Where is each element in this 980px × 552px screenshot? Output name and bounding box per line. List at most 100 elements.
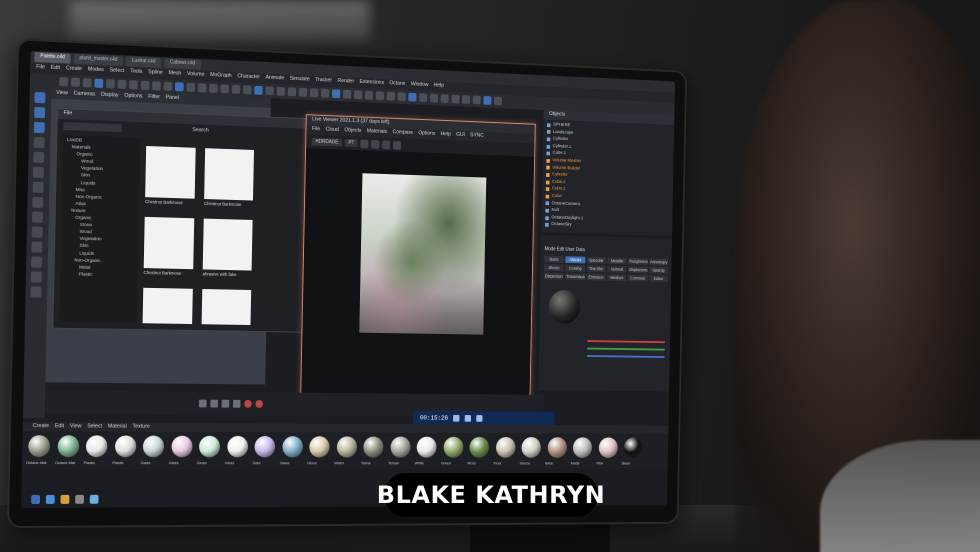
toolbar-icon[interactable] (175, 82, 184, 91)
tool-icon[interactable] (33, 167, 44, 178)
toolbar-icon[interactable] (451, 95, 459, 104)
toolbar-icon[interactable] (310, 88, 318, 97)
toolbar-icon[interactable] (430, 94, 438, 103)
material-swatch[interactable] (57, 435, 79, 457)
toolbar-icon[interactable] (129, 80, 138, 89)
material-swatch[interactable] (521, 437, 541, 458)
viewer-menu-item[interactable]: Compare (392, 129, 413, 137)
viewport-menu-item[interactable]: Panel (166, 95, 180, 103)
toolbar-icon[interactable] (354, 90, 362, 99)
prev-frame-icon[interactable] (210, 400, 218, 408)
menu-item[interactable]: Character (237, 73, 260, 83)
material-thumbnail[interactable] (203, 219, 253, 271)
material-swatch[interactable] (199, 436, 220, 458)
toolbar-icon[interactable] (209, 84, 218, 93)
channel-tab[interactable]: Displacement (628, 266, 647, 273)
pause-icon[interactable] (361, 139, 369, 148)
live-viewer-window[interactable]: Live Viewer 2021.1.3 (37 days left) File… (300, 114, 536, 408)
viewer-menu-item[interactable]: Materials (367, 128, 387, 136)
material-thumbnail[interactable] (202, 289, 252, 325)
tool-icon[interactable] (33, 182, 44, 193)
toolbar-icon[interactable] (332, 89, 340, 98)
toolbar-icon[interactable] (164, 82, 173, 91)
viewport-menu-item[interactable]: Cameras (74, 91, 96, 100)
material-thumbnail[interactable] (204, 148, 254, 200)
tool-icon[interactable] (33, 152, 44, 163)
lock-icon[interactable] (372, 140, 380, 149)
channel-tab[interactable]: Transmission (565, 273, 584, 280)
toolbar-icon[interactable] (83, 78, 92, 87)
browser-search-input[interactable] (63, 122, 121, 132)
tool-icon[interactable] (31, 256, 42, 267)
toolbar-icon[interactable] (462, 95, 470, 104)
menu-item[interactable]: Window (411, 81, 429, 90)
viewport-menu-item[interactable]: Display (101, 92, 119, 101)
toolbar-icon[interactable] (419, 93, 427, 102)
material-swatch[interactable] (624, 437, 643, 458)
app-icon[interactable] (90, 494, 99, 503)
tool-icon[interactable] (34, 107, 45, 118)
toolbar-icon[interactable] (277, 87, 286, 96)
material-swatch[interactable] (86, 435, 108, 457)
menu-item[interactable]: Simulate (290, 76, 310, 86)
toolbar-icon[interactable] (321, 89, 329, 98)
material-thumbnail[interactable] (143, 288, 193, 324)
material-swatch[interactable] (495, 437, 515, 458)
material-menu-item[interactable]: Texture (132, 424, 149, 431)
settings-icon[interactable] (393, 140, 401, 149)
green-slider[interactable] (587, 348, 665, 351)
toolbar-icon[interactable] (106, 79, 115, 88)
menu-item[interactable]: MoGraph (210, 72, 232, 82)
menu-item[interactable]: Create (66, 65, 82, 75)
go-start-icon[interactable] (199, 400, 207, 408)
menu-item[interactable]: Edit (51, 65, 60, 74)
channel-tab[interactable]: Dispersion (544, 273, 564, 280)
channel-tab[interactable]: Opacity (649, 267, 668, 274)
material-swatch[interactable] (417, 437, 437, 458)
document-tab[interactable]: Cabinet.c4d (164, 58, 201, 70)
material-menu-item[interactable]: Material (108, 424, 127, 431)
material-swatch[interactable] (309, 436, 330, 457)
material-swatch[interactable] (443, 437, 463, 458)
channel-tab[interactable]: Normal (607, 266, 626, 273)
blue-slider[interactable] (587, 355, 665, 358)
toolbar-icon[interactable] (473, 96, 481, 105)
toolbar-icon[interactable] (397, 92, 405, 101)
menu-item[interactable]: Mesh (168, 70, 181, 79)
toolbar-icon[interactable] (220, 84, 229, 93)
toolbar-icon[interactable] (232, 85, 241, 94)
menu-item[interactable]: Volume (187, 71, 205, 81)
material-swatch[interactable] (469, 437, 489, 458)
viewer-menu-item[interactable]: GUI (456, 132, 465, 140)
material-swatch[interactable] (254, 436, 275, 457)
material-swatch[interactable] (282, 436, 303, 457)
channel-tab[interactable]: Editor (649, 275, 668, 282)
close-icon[interactable] (476, 415, 482, 422)
viewport-menu-item[interactable]: View (56, 90, 68, 98)
channel-tab[interactable]: Anisotropy (649, 258, 668, 265)
tool-icon[interactable] (31, 271, 42, 282)
channel-tab[interactable]: Thin film (586, 265, 605, 272)
tool-icon[interactable] (30, 286, 41, 297)
channel-tab[interactable]: Metallic (608, 257, 627, 264)
material-swatch[interactable] (171, 436, 192, 458)
material-swatch[interactable] (573, 437, 592, 458)
menu-item[interactable]: Tracker (315, 77, 332, 86)
channel-tab[interactable]: Specular (587, 257, 606, 264)
app-icon[interactable] (75, 494, 84, 503)
viewer-mode-select[interactable]: HDRDAGE (312, 138, 342, 147)
menu-item[interactable]: Help (434, 82, 444, 91)
material-swatch[interactable] (390, 437, 410, 458)
toolbar-icon[interactable] (365, 91, 373, 100)
menu-item[interactable]: Spline (148, 69, 163, 79)
material-thumbnail[interactable] (145, 146, 196, 199)
toolbar-icon[interactable] (71, 78, 80, 87)
menu-item[interactable]: Animate (265, 75, 284, 85)
region-icon[interactable] (382, 140, 390, 149)
toolbar-icon[interactable] (288, 87, 297, 96)
record-icon[interactable] (244, 400, 252, 408)
toolbar-icon[interactable] (118, 80, 127, 89)
material-swatch[interactable] (114, 435, 136, 457)
browser-tree[interactable]: LiveDB Materials Organic Wood Vegetation Skin… (59, 135, 140, 323)
tool-icon[interactable] (32, 227, 43, 238)
